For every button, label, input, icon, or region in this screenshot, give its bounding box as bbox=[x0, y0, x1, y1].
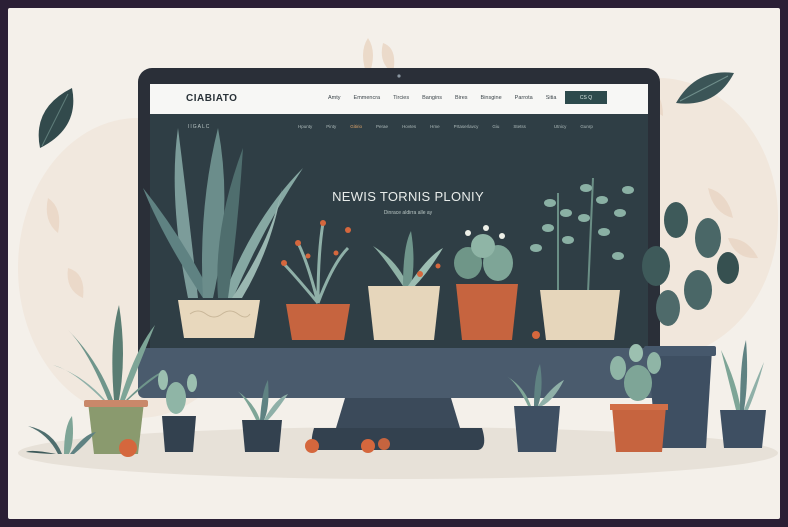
site-nav: CIABIATO Amty Emmencra Tircies Bangins B… bbox=[150, 84, 607, 114]
fg-spiky-plant-right bbox=[720, 340, 766, 448]
hero-subtitle: Dinrace aldirra alle ay bbox=[383, 210, 433, 216]
sub-nav-link[interactable]: Utnicy bbox=[554, 124, 567, 129]
monitor-chin bbox=[138, 348, 660, 398]
sub-nav-link[interactable]: Giu bbox=[492, 124, 499, 129]
sub-nav-link[interactable]: Hme bbox=[430, 124, 440, 129]
floating-leaf-left-icon bbox=[38, 88, 74, 148]
illustration-frame: CIABIATO Amty Emmencra Tircies Bangins B… bbox=[8, 8, 780, 519]
monitor-stand-base bbox=[311, 428, 485, 450]
nav-links: Amty Emmencra Tircies Bangins Bires Bins… bbox=[328, 95, 556, 101]
sub-nav-link[interactable]: Hovtes bbox=[402, 124, 416, 129]
sub-nav-logo: IIGALC bbox=[188, 124, 211, 130]
orange-ball-1 bbox=[305, 439, 319, 453]
camera-dot bbox=[397, 74, 401, 78]
nav-cta-button[interactable]: CS Q bbox=[565, 91, 607, 104]
hero-title: NEWIS TORNIS PLONIY bbox=[332, 189, 484, 204]
nav-link[interactable]: Binsgine bbox=[481, 95, 502, 101]
nav-link[interactable]: Sitia bbox=[546, 95, 557, 101]
sub-nav-link[interactable]: Hpunty bbox=[298, 124, 312, 129]
sub-nav: IIGALC Hpunty Pinty Gitirio Perae Hovtes… bbox=[188, 121, 628, 135]
screen-orange-ball bbox=[532, 331, 540, 339]
fg-orange-ball-left bbox=[119, 439, 137, 457]
orange-ball-2 bbox=[361, 439, 375, 453]
nav-link[interactable]: Bires bbox=[455, 95, 468, 101]
nav-link[interactable]: Tircies bbox=[393, 95, 409, 101]
sub-nav-link[interactable]: Stetss bbox=[513, 124, 526, 129]
sub-nav-links: Hpunty Pinty Gitirio Perae Hovtes Hme Pr… bbox=[298, 124, 593, 129]
nav-link[interactable]: Emmencra bbox=[354, 95, 381, 101]
sub-nav-link[interactable]: Gunrp bbox=[580, 124, 593, 129]
nav-link[interactable]: Amty bbox=[328, 95, 341, 101]
site-logo[interactable]: CIABIATO bbox=[186, 93, 237, 104]
nav-link[interactable]: Parrota bbox=[515, 95, 533, 101]
sub-nav-link[interactable]: Gitirio bbox=[350, 124, 362, 129]
nav-link[interactable]: Bangins bbox=[422, 95, 442, 101]
sub-nav-link[interactable]: Pinty bbox=[326, 124, 336, 129]
orange-ball-3 bbox=[378, 438, 390, 450]
sub-nav-link[interactable]: Prtaserlavcy bbox=[454, 124, 479, 129]
sub-nav-link[interactable]: Perae bbox=[376, 124, 388, 129]
